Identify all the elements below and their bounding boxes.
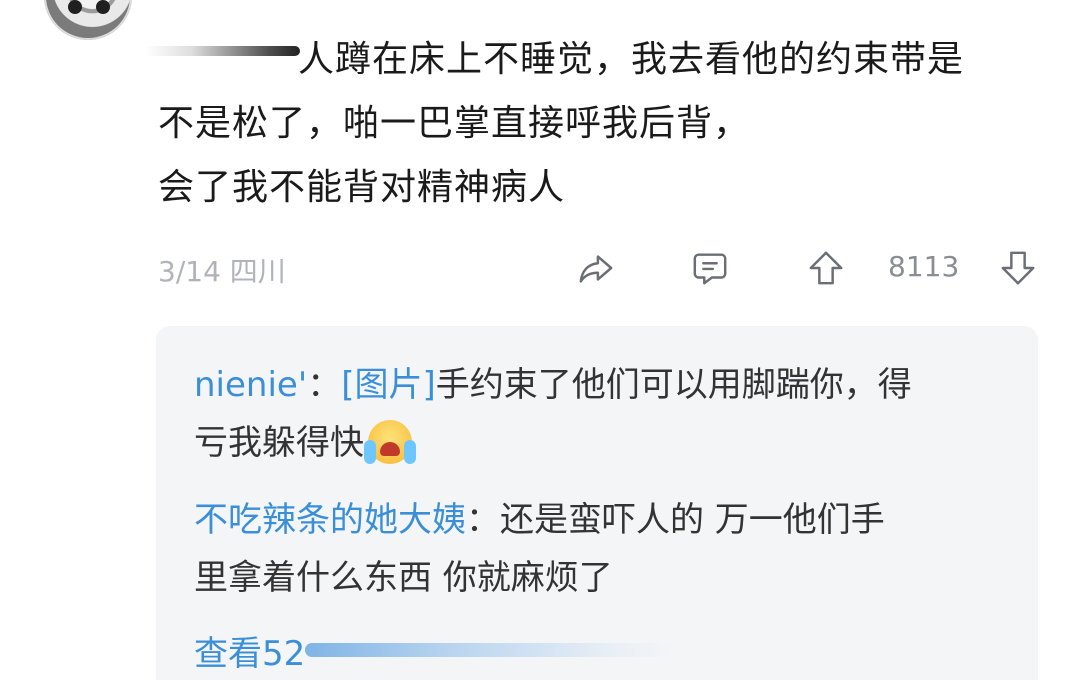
upvote-button[interactable] [806, 248, 846, 288]
reply-text: 还是蛮吓人的 万一他们手 [500, 500, 885, 540]
crying-face-emoji-icon [364, 420, 416, 464]
arrow-up-icon [809, 251, 843, 285]
comment-line: 会了我不能背对精神病人 [158, 167, 566, 208]
share-button[interactable] [576, 248, 616, 288]
reply-username[interactable]: nienie' [194, 365, 307, 405]
reply-item[interactable]: 不吃辣条的她大姨：还是蛮吓人的 万一他们手 里拿着什么东西 你就麻烦了 [194, 491, 1014, 607]
view-more-label: 查看52 [194, 634, 306, 674]
reply-item[interactable]: nienie'：[图片]手约束了他们可以用脚踹你，得 亏我躲得快 [194, 356, 1014, 472]
image-tag-link[interactable]: [图片] [341, 365, 436, 405]
comment-body: 人蹲在床上不睡觉，我去看他的约束带是 不是松了，啪一巴掌直接呼我后背， 会了我不… [158, 28, 1048, 220]
reply-separator: ： [307, 365, 342, 405]
comment-item: 人蹲在床上不睡觉，我去看他的约束带是 不是松了，啪一巴掌直接呼我后背， 会了我不… [0, 0, 1070, 680]
comment-meta-row: 3/14 四川 8113 [158, 248, 1038, 288]
reply-text: 里拿着什么东西 你就麻烦了 [194, 558, 613, 598]
comment-date: 3/14 [158, 255, 221, 288]
downvote-button[interactable] [998, 248, 1038, 288]
user-avatar[interactable] [44, 0, 132, 40]
arrow-down-icon [1001, 251, 1035, 285]
reply-text: 手约束了他们可以用脚踹你，得 [435, 365, 912, 405]
vote-count: 8113 [888, 250, 960, 283]
share-icon [579, 255, 613, 283]
reply-button[interactable] [690, 248, 730, 288]
view-more-replies-link[interactable]: 查看52 [194, 626, 676, 675]
comment-location: 四川 [229, 255, 286, 288]
reply-username[interactable]: 不吃辣条的她大姨 [194, 500, 466, 540]
replies-panel: nienie'：[图片]手约束了他们可以用脚踹你，得 亏我躲得快 不吃辣条的她大… [156, 326, 1038, 680]
comment-line: 人蹲在床上不睡觉，我去看他的约束带是 [298, 39, 965, 80]
reply-text: 亏我躲得快 [194, 423, 364, 463]
reply-separator: ： [466, 500, 500, 540]
comment-icon [693, 253, 727, 285]
avatar-eye [96, 0, 110, 14]
comment-line: 不是松了，啪一巴掌直接呼我后背， [158, 103, 751, 144]
comment-date-location: 3/14 四川 [158, 250, 286, 290]
avatar-eye [68, 0, 82, 14]
view-more-redaction [305, 643, 676, 657]
